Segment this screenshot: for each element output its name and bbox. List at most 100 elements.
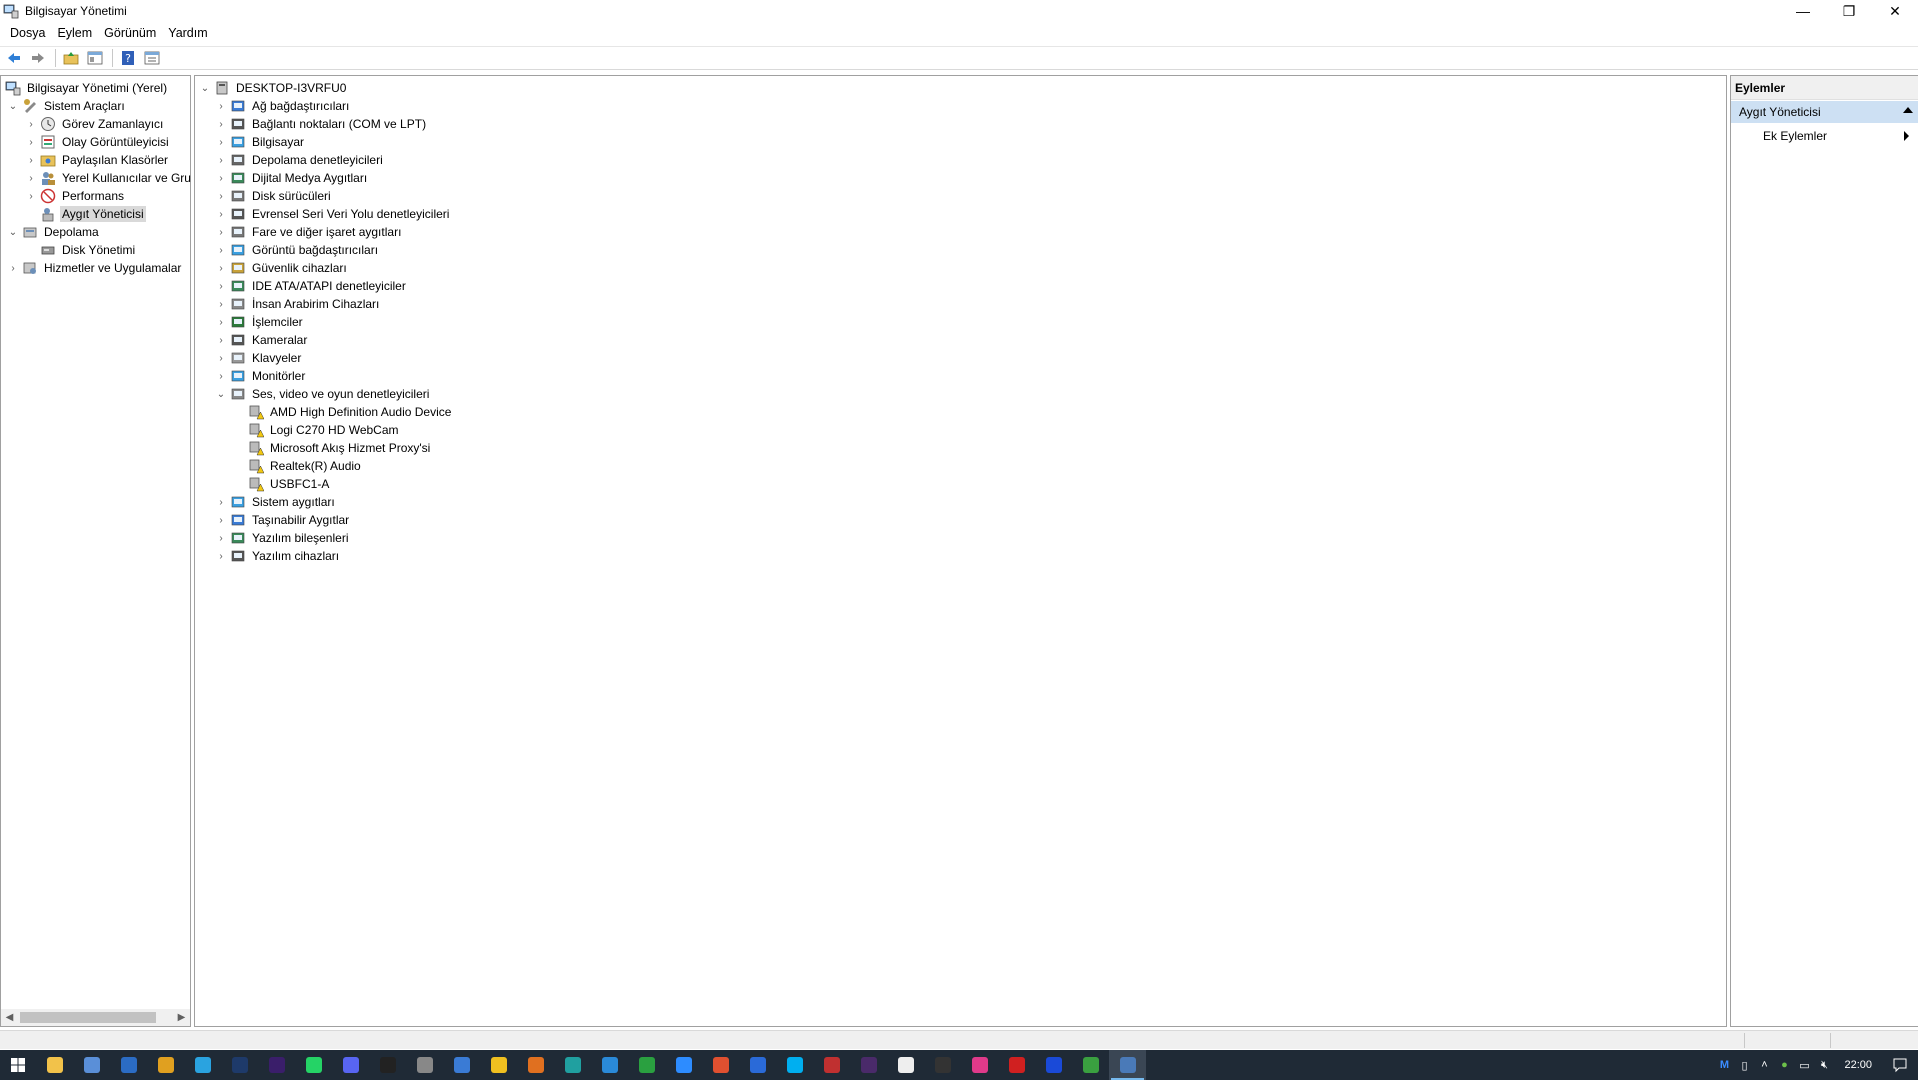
close-button[interactable]: ✕ xyxy=(1872,0,1918,22)
taskbar-app-photoshop[interactable] xyxy=(221,1050,258,1080)
chevron-right-icon[interactable]: › xyxy=(215,115,227,133)
tree-item-disk-management[interactable]: Disk Yönetimi xyxy=(25,241,137,259)
device-tree-root[interactable]: ⌄ DESKTOP-I3VRFU0 xyxy=(199,79,348,97)
taskbar-app-notes[interactable] xyxy=(480,1050,517,1080)
taskbar-app-discord[interactable] xyxy=(332,1050,369,1080)
chevron-right-icon[interactable]: › xyxy=(215,367,227,385)
device-tree-item[interactable]: Logi C270 HD WebCam xyxy=(233,421,401,439)
horizontal-scrollbar[interactable]: ◀ ▶ xyxy=(1,1009,190,1026)
taskbar-app-app-green2[interactable] xyxy=(1072,1050,1109,1080)
chevron-right-icon[interactable]: › xyxy=(215,547,227,565)
device-tree-item[interactable]: › İnsan Arabirim Cihazları xyxy=(215,295,381,313)
taskbar-app-app-green[interactable] xyxy=(628,1050,665,1080)
chevron-right-icon[interactable]: › xyxy=(215,493,227,511)
chevron-down-icon[interactable]: ⌄ xyxy=(7,223,19,241)
taskbar-app-file-explorer[interactable] xyxy=(36,1050,73,1080)
taskbar-app-app-ae[interactable] xyxy=(850,1050,887,1080)
chevron-down-icon[interactable]: ⌄ xyxy=(215,385,227,403)
tree-item-device-manager[interactable]: Aygıt Yöneticisi xyxy=(25,205,146,223)
device-tree-item[interactable]: ⌄ Ses, video ve oyun denetleyicileri xyxy=(215,385,431,403)
chevron-right-icon[interactable]: › xyxy=(25,187,37,205)
tree-item-services[interactable]: › Hizmetler ve Uygulamalar xyxy=(7,259,183,277)
device-tree-item[interactable]: › Taşınabilir Aygıtlar xyxy=(215,511,351,529)
up-one-level-button[interactable] xyxy=(60,47,82,69)
taskbar-app-outlook[interactable] xyxy=(110,1050,147,1080)
taskbar-app-app-grid[interactable] xyxy=(813,1050,850,1080)
volume-muted-icon[interactable]: 🔇︎ xyxy=(1814,1050,1834,1080)
device-tree-item[interactable]: › Güvenlik cihazları xyxy=(215,259,349,277)
device-tree-item[interactable]: USBFC1-A xyxy=(233,475,331,493)
chevron-right-icon[interactable]: › xyxy=(215,133,227,151)
menu-dosya[interactable]: Dosya xyxy=(4,22,51,44)
taskbar-app-after-effects[interactable] xyxy=(258,1050,295,1080)
menu-gorunum[interactable]: Görünüm xyxy=(98,22,162,44)
malwarebytes-tray-icon[interactable]: M xyxy=(1714,1050,1734,1080)
notification-center-button[interactable] xyxy=(1882,1050,1918,1080)
device-tree-item[interactable]: › Klavyeler xyxy=(215,349,303,367)
chevron-down-icon[interactable]: ⌄ xyxy=(199,79,211,97)
taskbar-app-app-blue[interactable] xyxy=(443,1050,480,1080)
menu-yardim[interactable]: Yardım xyxy=(162,22,213,44)
chevron-right-icon[interactable]: › xyxy=(215,331,227,349)
device-tree-item[interactable]: AMD High Definition Audio Device xyxy=(233,403,453,421)
chevron-right-icon[interactable]: › xyxy=(215,295,227,313)
taskbar-app-whatsapp[interactable] xyxy=(295,1050,332,1080)
scrollbar-thumb[interactable] xyxy=(20,1012,156,1023)
help-button[interactable]: ? xyxy=(117,47,139,69)
device-tree-item[interactable]: › İşlemciler xyxy=(215,313,305,331)
phone-tray-icon[interactable]: ▯ xyxy=(1734,1050,1754,1080)
forward-button[interactable] xyxy=(27,47,49,69)
tree-item-root[interactable]: Bilgisayar Yönetimi (Yerel) xyxy=(3,79,169,97)
tree-item-system-tools[interactable]: ⌄ Sistem Araçları xyxy=(7,97,127,115)
device-tree-item[interactable]: › Disk sürücüleri xyxy=(215,187,333,205)
device-tree-item[interactable]: › Evrensel Seri Veri Yolu denetleyicileri xyxy=(215,205,451,223)
taskbar-app-app-teal[interactable] xyxy=(554,1050,591,1080)
device-tree-item[interactable]: › Monitörler xyxy=(215,367,307,385)
restore-button[interactable]: ❐ xyxy=(1826,0,1872,22)
chevron-right-icon[interactable]: › xyxy=(215,313,227,331)
taskbar-app-app-red2[interactable] xyxy=(998,1050,1035,1080)
show-hide-console-tree-button[interactable] xyxy=(84,47,106,69)
taskbar-app-app-orange[interactable] xyxy=(517,1050,554,1080)
chevron-right-icon[interactable]: › xyxy=(215,223,227,241)
device-tree-item[interactable]: › Fare ve diğer işaret aygıtları xyxy=(215,223,403,241)
device-tree-item[interactable]: › Depolama denetleyicileri xyxy=(215,151,385,169)
device-tree-item[interactable]: Microsoft Akış Hizmet Proxy'si xyxy=(233,439,432,457)
chevron-right-icon[interactable]: › xyxy=(215,169,227,187)
tree-item-task-scheduler[interactable]: › Görev Zamanlayıcı xyxy=(25,115,165,133)
chevron-down-icon[interactable]: ⌄ xyxy=(7,97,19,115)
app-tray-icon[interactable]: ● xyxy=(1774,1050,1794,1080)
chevron-right-icon[interactable]: › xyxy=(25,169,37,187)
taskbar-app-app-dark[interactable] xyxy=(924,1050,961,1080)
chevron-right-icon[interactable]: › xyxy=(215,349,227,367)
device-tree-item[interactable]: › Kameralar xyxy=(215,331,309,349)
chevron-right-icon[interactable]: › xyxy=(7,259,19,277)
device-tree-item[interactable]: › Bilgisayar xyxy=(215,133,306,151)
chevron-right-icon[interactable]: › xyxy=(215,529,227,547)
taskbar-app-zoom[interactable] xyxy=(665,1050,702,1080)
console-tree-pane[interactable]: Bilgisayar Yönetimi (Yerel) ⌄ Sistem Ara… xyxy=(0,75,191,1027)
device-tree-item[interactable]: › Yazılım bileşenleri xyxy=(215,529,350,547)
taskbar-app-app-circle[interactable] xyxy=(406,1050,443,1080)
tree-item-local-users[interactable]: › Yerel Kullanıcılar ve Gru xyxy=(25,169,193,187)
tree-item-event-viewer[interactable]: › Olay Görüntüleyicisi xyxy=(25,133,171,151)
chevron-right-icon[interactable]: › xyxy=(215,187,227,205)
more-actions-item[interactable]: Ek Eylemler xyxy=(1731,125,1918,147)
device-tree-item[interactable]: › Görüntü bağdaştırıcıları xyxy=(215,241,380,259)
device-tree-item[interactable]: › Sistem aygıtları xyxy=(215,493,337,511)
taskbar-app-app-window[interactable] xyxy=(739,1050,776,1080)
device-tree-item[interactable]: › Bağlantı noktaları (COM ve LPT) xyxy=(215,115,428,133)
taskbar-app-chatgpt[interactable] xyxy=(887,1050,924,1080)
taskbar-app-app-red[interactable] xyxy=(702,1050,739,1080)
chevron-right-icon[interactable]: › xyxy=(25,115,37,133)
collapse-up-icon[interactable] xyxy=(1903,107,1913,113)
chevron-right-icon[interactable]: › xyxy=(25,151,37,169)
device-tree-item[interactable]: › Ağ bağdaştırıcıları xyxy=(215,97,351,115)
properties-button[interactable] xyxy=(141,47,163,69)
chevron-right-icon[interactable]: › xyxy=(215,205,227,223)
start-button[interactable] xyxy=(0,1050,36,1080)
taskbar-app-app-black[interactable] xyxy=(369,1050,406,1080)
taskbar-app-calculator[interactable] xyxy=(73,1050,110,1080)
taskbar-app-app-skype[interactable] xyxy=(776,1050,813,1080)
chevron-right-icon[interactable]: › xyxy=(25,133,37,151)
